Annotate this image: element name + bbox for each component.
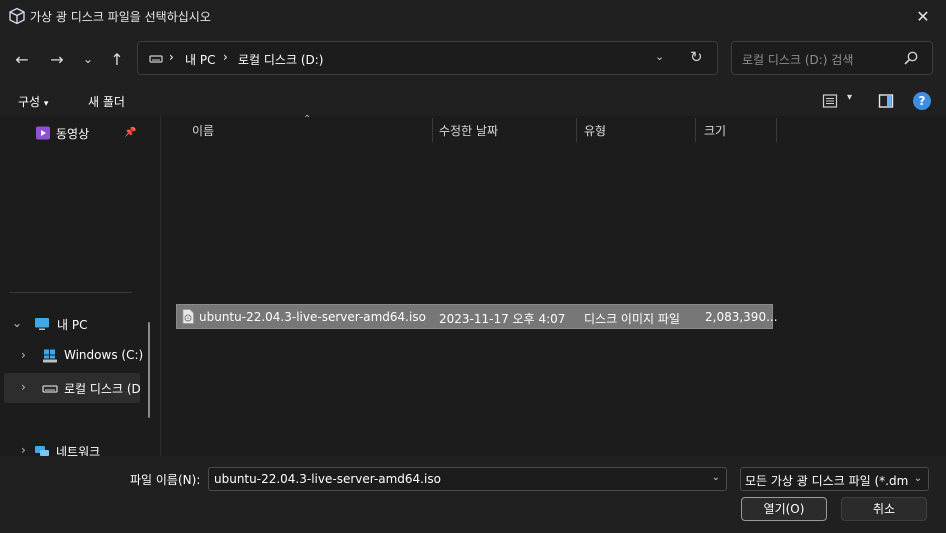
navigation-pane: 동영상 📌 ⌄ 내 PC › Windows (C:) › 로컬 디스크 (D:… xyxy=(0,116,160,456)
cancel-button[interactable]: 취소 xyxy=(841,497,927,521)
search-placeholder: 로컬 디스크 (D:) 검색 xyxy=(742,53,854,67)
forward-button[interactable]: → xyxy=(46,48,68,70)
chevron-down-icon[interactable]: ⌄ xyxy=(12,316,22,330)
chevron-right-icon[interactable]: › xyxy=(21,443,26,456)
refresh-button[interactable]: ↻ xyxy=(690,48,703,66)
file-modified: 2023-11-17 오후 4:07 xyxy=(439,312,566,326)
file-type-select[interactable]: 모든 가상 광 디스크 파일 (*.dmg *.iso *.cdr *.viso… xyxy=(740,467,929,491)
help-icon[interactable]: ? xyxy=(913,92,931,110)
column-divider[interactable] xyxy=(432,118,433,142)
disc-image-file-icon xyxy=(182,309,194,324)
filename-value: ubuntu-22.04.3-live-server-amd64.iso xyxy=(214,472,441,486)
network-icon xyxy=(35,446,49,456)
nav-divider xyxy=(10,292,132,293)
column-divider[interactable] xyxy=(776,118,777,142)
column-divider[interactable] xyxy=(695,118,696,142)
chevron-down-icon: ▾ xyxy=(43,99,49,109)
navigation-scrollbar[interactable] xyxy=(148,322,150,418)
preview-pane-icon[interactable] xyxy=(878,93,894,109)
organize-label: 구성 xyxy=(18,95,41,109)
file-size: 2,083,390... xyxy=(705,310,778,324)
breadcrumb-local-disk[interactable]: 로컬 디스크 (D:) xyxy=(238,51,323,68)
arrow-up-icon: ↑ xyxy=(110,49,124,69)
local-drive-icon xyxy=(42,385,58,393)
column-header-type[interactable]: 유형 xyxy=(584,122,606,139)
column-header-modified[interactable]: 수정한 날짜 xyxy=(439,122,498,139)
breadcrumb-separator: › xyxy=(223,50,228,64)
chevron-right-icon[interactable]: › xyxy=(21,380,26,394)
arrow-left-icon: ← xyxy=(15,49,29,69)
pc-icon xyxy=(35,318,49,330)
sidebar-item-label: 동영상 xyxy=(56,127,90,141)
navigation-bar: ← → ⌄ ↑ › 내 PC › 로컬 디스크 (D:) ⌄ ↻ 로컬 디스크 … xyxy=(0,32,946,86)
open-button[interactable]: 열기(O) xyxy=(741,497,827,521)
breadcrumb-this-pc[interactable]: 내 PC xyxy=(185,51,215,68)
sort-ascending-icon: ⌃ xyxy=(303,114,312,125)
close-button[interactable]: ✕ xyxy=(900,0,946,32)
search-input[interactable]: 로컬 디스크 (D:) 검색 xyxy=(731,41,933,75)
search-icon xyxy=(904,51,918,65)
arrow-right-icon: → xyxy=(50,49,64,69)
sidebar-item-label: 내 PC xyxy=(57,318,88,332)
sidebar-item-windows-c[interactable]: › Windows (C:) xyxy=(4,341,144,371)
sidebar-item-videos[interactable]: 동영상 📌 xyxy=(4,118,140,148)
up-button[interactable]: ↑ xyxy=(106,48,128,70)
address-bar[interactable]: › 내 PC › 로컬 디스크 (D:) ⌄ ↻ xyxy=(137,41,718,75)
chevron-down-icon: ⌄ xyxy=(908,468,928,490)
breadcrumb-separator: › xyxy=(169,50,174,64)
column-divider[interactable] xyxy=(576,118,577,142)
view-options-icon[interactable] xyxy=(822,93,838,109)
address-history-button[interactable]: ⌄ xyxy=(655,50,664,63)
file-list: ⌃ 이름 수정한 날짜 유형 크기 ubuntu-22.04.3-live-se… xyxy=(161,114,946,456)
close-icon: ✕ xyxy=(916,6,930,26)
filename-input[interactable]: ubuntu-22.04.3-live-server-amd64.iso ⌄ xyxy=(208,467,727,491)
column-header-size[interactable]: 크기 xyxy=(704,122,726,139)
file-type: 디스크 이미지 파일 xyxy=(584,312,680,326)
sidebar-item-label: 로컬 디스크 (D:) xyxy=(64,382,140,396)
organize-button[interactable]: 구성 ▾ xyxy=(18,93,48,110)
new-folder-button[interactable]: 새 폴더 xyxy=(88,93,125,110)
sidebar-item-label: 네트워크 xyxy=(56,445,101,456)
file-type-value: 모든 가상 광 디스크 파일 (*.dmg *.iso *.cdr *.viso… xyxy=(745,474,928,488)
virtualbox-icon xyxy=(9,7,25,25)
video-folder-icon xyxy=(36,126,50,140)
filename-label: 파일 이름(N): xyxy=(130,473,201,487)
windows-drive-icon xyxy=(43,349,57,363)
window-title: 가상 광 디스크 파일을 선택하십시오 xyxy=(30,10,211,24)
view-dropdown-button[interactable]: ▾ xyxy=(847,92,852,103)
chevron-down-icon: ▾ xyxy=(847,92,853,103)
refresh-icon: ↻ xyxy=(690,48,703,66)
chevron-down-icon: ⌄ xyxy=(655,50,665,63)
command-bar: 구성 ▾ 새 폴더 ▾ ? xyxy=(0,86,946,116)
sidebar-item-label: Windows (C:) xyxy=(64,348,144,362)
sidebar-item-this-pc[interactable]: ⌄ 내 PC xyxy=(4,309,140,339)
drive-icon xyxy=(149,55,163,63)
chevron-right-icon[interactable]: › xyxy=(21,348,26,362)
recent-locations-button[interactable]: ⌄ xyxy=(77,48,99,70)
sidebar-item-network[interactable]: › 네트워크 xyxy=(4,436,140,456)
title-bar: 가상 광 디스크 파일을 선택하십시오 ✕ xyxy=(0,0,946,32)
pin-icon: 📌 xyxy=(124,127,137,138)
sidebar-item-local-disk-d[interactable]: › 로컬 디스크 (D:) xyxy=(4,373,140,403)
chevron-down-icon[interactable]: ⌄ xyxy=(712,472,720,483)
dialog-footer: 파일 이름(N): ubuntu-22.04.3-live-server-amd… xyxy=(0,456,946,533)
chevron-down-icon: ⌄ xyxy=(82,52,94,66)
file-name: ubuntu-22.04.3-live-server-amd64.iso xyxy=(199,310,426,324)
table-row[interactable]: ubuntu-22.04.3-live-server-amd64.iso 202… xyxy=(176,304,778,329)
back-button[interactable]: ← xyxy=(11,48,33,70)
column-header-name[interactable]: 이름 xyxy=(192,122,214,139)
